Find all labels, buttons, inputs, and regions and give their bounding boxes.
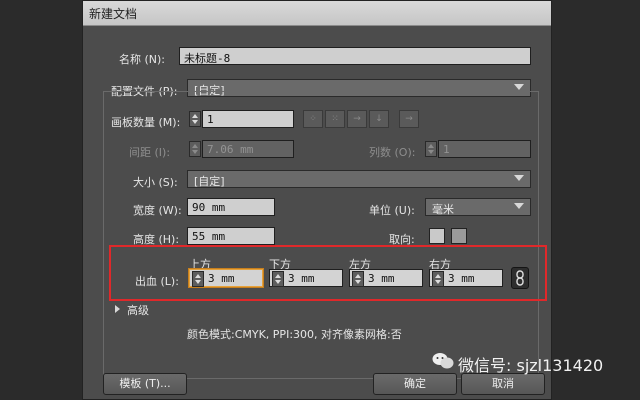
spacing-stepper[interactable] (189, 141, 201, 157)
bleed-top-value: 3 mm (208, 272, 235, 285)
document-summary: 颜色模式:CMYK, PPI:300, 对齐像素网格:否 (187, 328, 402, 341)
columns-label: 列数 (O): (369, 146, 416, 159)
width-input[interactable]: 90 mm (187, 198, 275, 216)
artboards-label: 画板数量 (M): (111, 116, 181, 129)
bleed-bottom-stepper[interactable] (272, 271, 284, 287)
columns-input[interactable]: 1 (438, 140, 531, 158)
bleed-left-value: 3 mm (368, 272, 395, 285)
columns-stepper[interactable] (425, 141, 437, 157)
advanced-label[interactable]: 高级 (127, 302, 149, 318)
landscape-icon[interactable] (451, 228, 467, 244)
bleed-top-input[interactable]: 3 mm (189, 269, 263, 287)
units-select[interactable]: 毫米 (425, 198, 531, 216)
chevron-down-icon (514, 84, 524, 90)
chevron-down-icon (514, 175, 524, 181)
right-to-left-icon[interactable]: → (399, 110, 419, 128)
cancel-button[interactable]: 取消 (461, 373, 545, 395)
name-input[interactable]: 未标题-8 (179, 47, 531, 65)
watermark-text: 微信号: sjzl131420 (458, 356, 604, 375)
link-bleed-icon[interactable] (511, 267, 529, 289)
units-label: 单位 (U): (369, 204, 415, 217)
bleed-label: 出血 (L): (135, 275, 179, 288)
spacing-input[interactable]: 7.06 mm (202, 140, 294, 158)
expand-advanced-icon[interactable] (115, 305, 120, 313)
width-label: 宽度 (W): (133, 204, 182, 217)
wechat-icon (432, 352, 454, 370)
grid-by-column-icon[interactable]: ⁙ (325, 110, 345, 128)
bleed-left-input[interactable]: 3 mm (349, 269, 423, 287)
ok-button[interactable]: 确定 (373, 373, 457, 395)
name-label: 名称 (N): (119, 53, 166, 66)
bleed-left-stepper[interactable] (352, 271, 364, 287)
bleed-right-value: 3 mm (448, 272, 475, 285)
units-value: 毫米 (432, 203, 454, 216)
spacing-label: 间距 (I): (129, 146, 171, 159)
arrange-by-column-icon[interactable]: ↓ (369, 110, 389, 128)
chevron-down-icon (514, 203, 524, 209)
dialog-title: 新建文档 (89, 7, 138, 21)
bleed-right-input[interactable]: 3 mm (429, 269, 503, 287)
new-document-dialog: 新建文档 名称 (N): 未标题-8 配置文件 (P): [自定] 画板数量 (… (82, 0, 552, 400)
bleed-bottom-value: 3 mm (288, 272, 315, 285)
height-input[interactable]: 55 mm (187, 227, 275, 245)
artboards-input[interactable]: 1 (202, 110, 294, 128)
bleed-bottom-input[interactable]: 3 mm (269, 269, 343, 287)
templates-button[interactable]: 模板 (T)... (103, 373, 187, 395)
arrange-by-row-icon[interactable]: → (347, 110, 367, 128)
size-value: [自定] (194, 175, 225, 188)
bleed-right-stepper[interactable] (432, 271, 444, 287)
bleed-top-stepper[interactable] (192, 271, 204, 287)
artboards-stepper[interactable] (189, 111, 201, 127)
size-select[interactable]: [自定] (187, 170, 531, 188)
size-label: 大小 (S): (133, 176, 178, 189)
grid-by-row-icon[interactable]: ⁘ (303, 110, 323, 128)
dialog-titlebar[interactable]: 新建文档 (83, 1, 551, 26)
portrait-icon[interactable] (429, 228, 445, 244)
